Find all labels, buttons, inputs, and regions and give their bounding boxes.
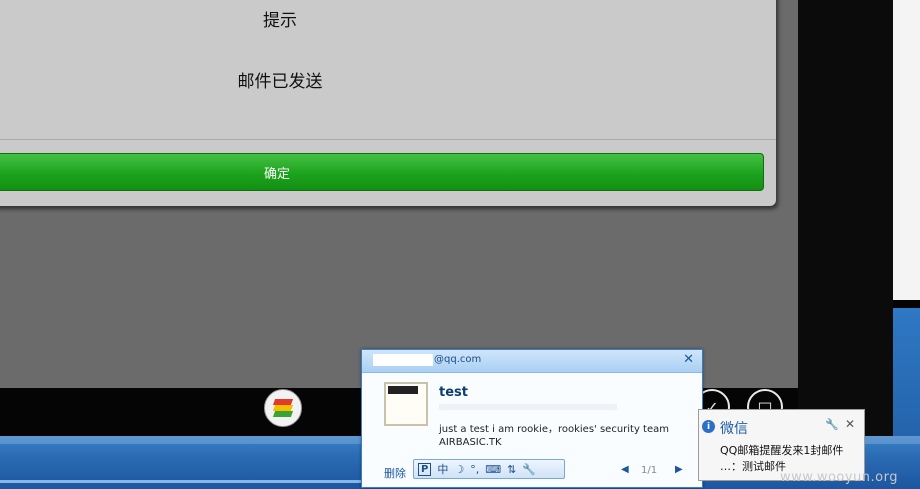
mail-subject[interactable]: test <box>439 385 468 400</box>
wechat-message-line: QQ邮箱提醒发来1封邮件 <box>720 444 844 457</box>
wechat-title: 微信 <box>720 421 748 437</box>
mail-preview-line: AIRBASIC.TK <box>439 437 502 448</box>
ime-p-icon[interactable]: P <box>418 462 432 476</box>
dialog-divider <box>0 139 776 140</box>
emulator-screen: 提示 邮件已发送 确定 <box>0 0 798 388</box>
next-icon[interactable]: ▶ <box>675 464 683 475</box>
prev-icon[interactable]: ◀ <box>621 464 629 475</box>
ime-chinese-icon[interactable]: 中 <box>437 461 448 477</box>
watermark: www.wooyun.org <box>780 470 899 485</box>
redacted-sender <box>439 404 617 410</box>
qq-popup-header: @qq.com ✕ <box>362 350 702 373</box>
wechat-message-line: …：测试邮件 <box>720 460 786 473</box>
bluestacks-app-icon[interactable] <box>264 389 302 427</box>
mail-preview-line: just a test i am rookie，rookies' securit… <box>439 424 670 435</box>
dialog-message: 邮件已发送 <box>237 72 323 92</box>
qq-mail-notification[interactable]: @qq.com ✕ test just a test i am rookie，r… <box>361 349 703 488</box>
ime-keyboard-icon[interactable]: ⌨ <box>485 463 501 476</box>
close-icon[interactable]: ✕ <box>683 352 694 367</box>
close-icon[interactable]: ✕ <box>845 417 855 431</box>
desktop-background <box>893 0 920 489</box>
avatar <box>384 382 428 426</box>
delete-link[interactable]: 删除 <box>384 465 406 481</box>
wrench-icon[interactable]: 🔧 <box>825 418 839 431</box>
redacted-account <box>373 354 433 366</box>
ime-moon-icon[interactable]: ☽ <box>454 463 464 476</box>
pager-text: 1/1 <box>641 465 658 476</box>
confirm-button[interactable]: 确定 <box>0 153 764 191</box>
ime-wrench-icon[interactable]: 🔧 <box>522 463 536 476</box>
app-icon-layer <box>272 411 294 417</box>
ime-punctuation-icon[interactable]: °, <box>470 463 479 476</box>
account-email: @qq.com <box>434 354 482 365</box>
desktop-window-edge <box>893 0 920 300</box>
info-icon: i <box>702 420 715 433</box>
ime-toolbar: P 中 ☽ °, ⌨ ⇅ 🔧 <box>413 459 565 479</box>
dialog-title: 提示 <box>263 11 297 31</box>
ime-swap-icon[interactable]: ⇅ <box>507 463 516 476</box>
alert-dialog: 提示 邮件已发送 确定 <box>0 0 776 206</box>
